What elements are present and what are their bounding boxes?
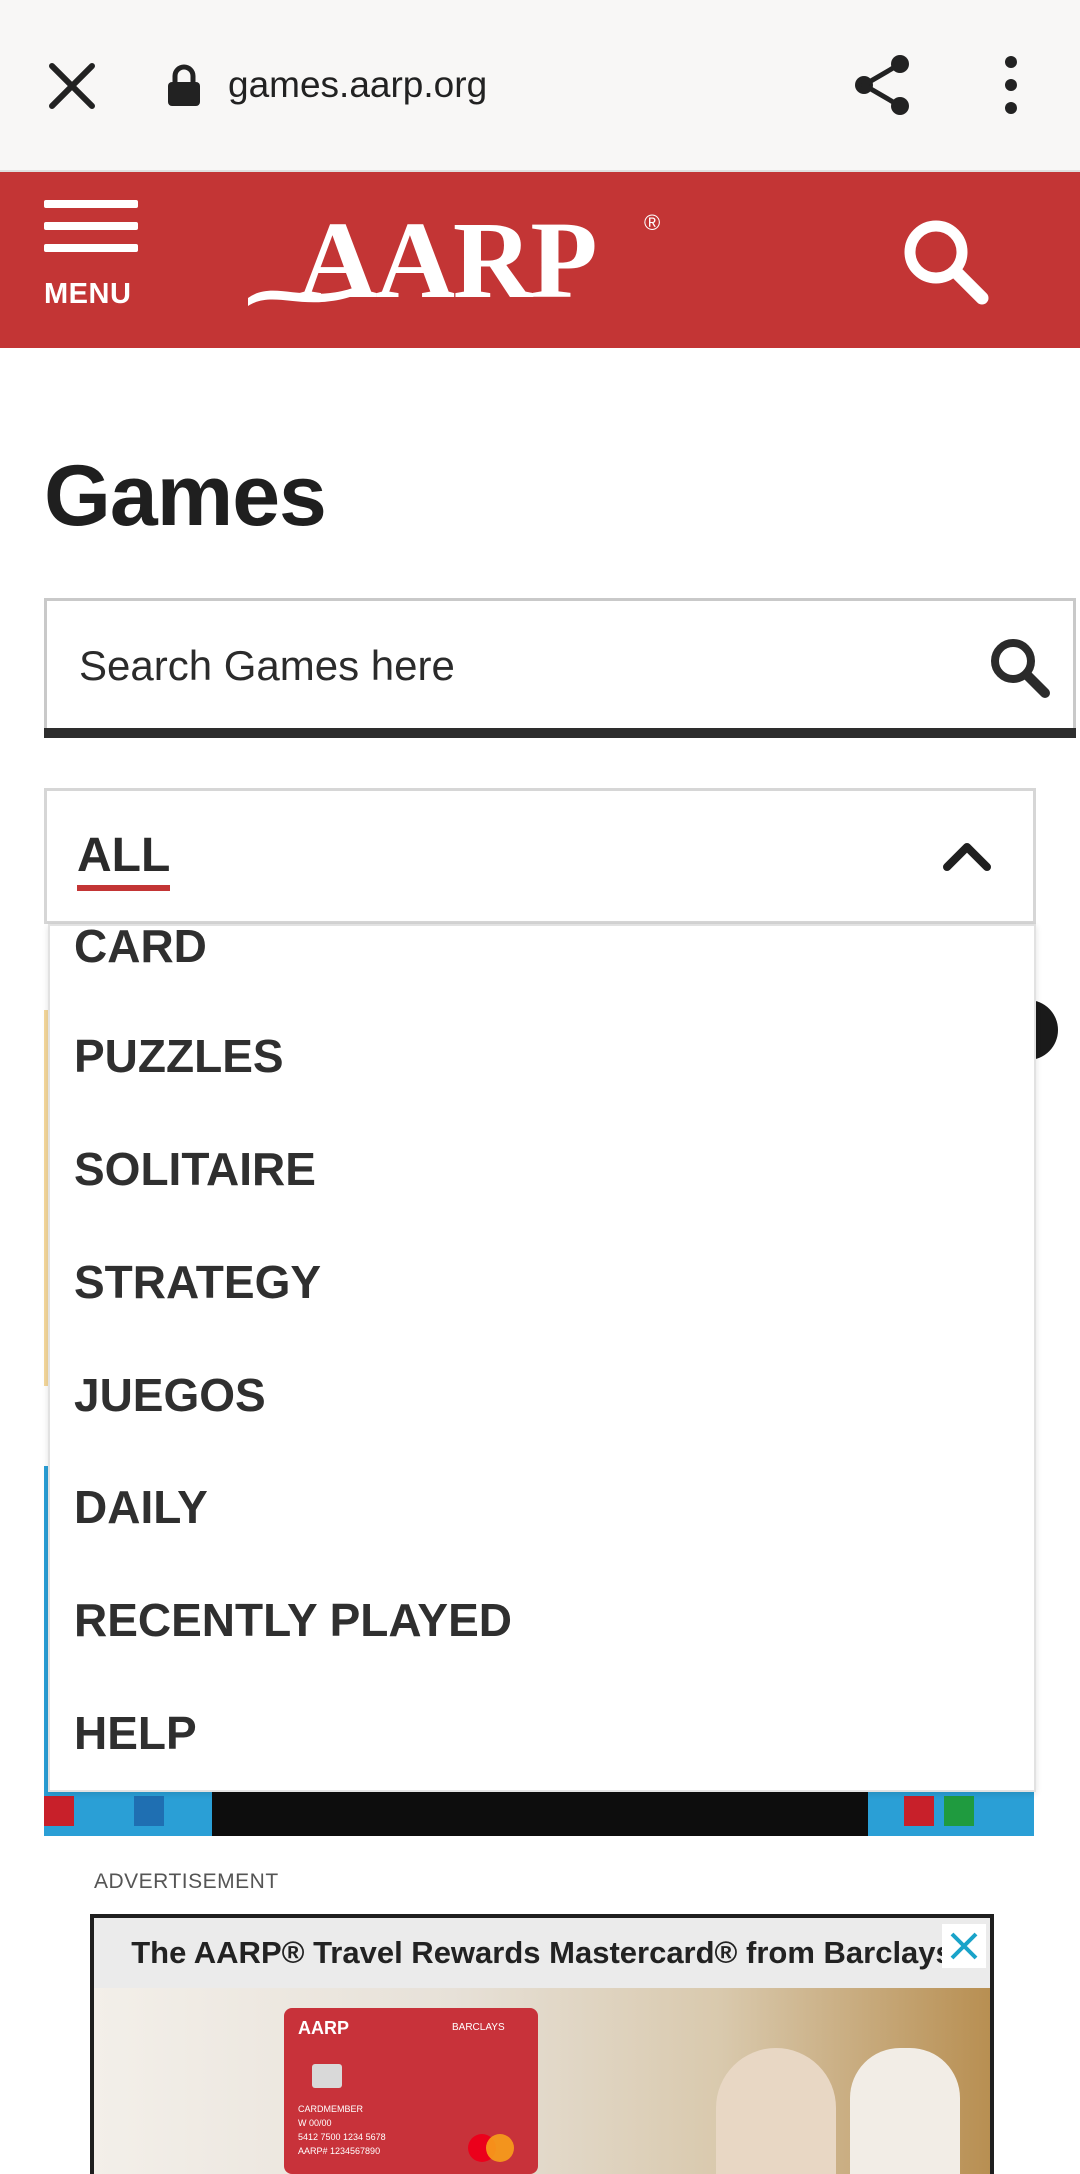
- dropdown-item-solitaire[interactable]: SOLITAIRE: [74, 1139, 316, 1199]
- url-text[interactable]: games.aarp.org: [228, 64, 487, 106]
- menu-button[interactable]: MENU: [44, 200, 144, 320]
- search-box: [44, 598, 1076, 738]
- block-tile: [134, 1796, 164, 1826]
- card-line: AARP# 1234567890: [298, 2146, 381, 2156]
- dropdown-item-puzzles[interactable]: PUZZLES: [74, 1026, 284, 1086]
- search-underline: [44, 728, 1076, 738]
- logo-text: AARP: [298, 199, 598, 321]
- chevron-up-icon[interactable]: [941, 835, 993, 875]
- share-icon[interactable]: [850, 52, 916, 118]
- ad-headline[interactable]: The AARP® Travel Rewards Mastercard® fro…: [94, 1918, 990, 1988]
- menu-bar-icon: [44, 200, 138, 208]
- ad-label: ADVERTISEMENT: [94, 1870, 279, 1893]
- search-icon[interactable]: [987, 635, 1051, 699]
- logo-registered-mark: ®: [644, 210, 661, 235]
- dropdown-item-recently-played[interactable]: RECENTLY PLAYED: [74, 1590, 512, 1650]
- credit-card-image: AARP BARCLAYS CARDMEMBER W 00/00 5412 75…: [284, 2008, 538, 2174]
- selected-category: ALL: [77, 829, 171, 891]
- card-bank: BARCLAYS: [452, 2022, 505, 2033]
- person-image: [850, 2048, 960, 2174]
- category-dropdown: CARD PUZZLES SOLITAIRE STRATEGY JUEGOS D…: [48, 924, 1036, 1792]
- dropdown-item-strategy[interactable]: STRATEGY: [74, 1252, 321, 1312]
- search-icon[interactable]: [896, 212, 992, 308]
- dropdown-item-help[interactable]: HELP: [74, 1703, 197, 1763]
- block-tile: [944, 1796, 974, 1826]
- card-chip-icon: [312, 2064, 342, 2088]
- more-options-icon[interactable]: [996, 54, 1026, 116]
- block-tile: [44, 1796, 74, 1826]
- menu-bar-icon: [44, 222, 138, 230]
- dropdown-item-juegos[interactable]: JUEGOS: [74, 1365, 266, 1425]
- dropdown-item-daily[interactable]: DAILY: [74, 1477, 208, 1537]
- dropdown-item-card[interactable]: CARD: [74, 926, 207, 976]
- card-line: W 00/00: [298, 2118, 332, 2128]
- page-title: Games: [44, 448, 327, 544]
- site-header: MENU AARP ®: [0, 172, 1080, 348]
- advertisement[interactable]: The AARP® Travel Rewards Mastercard® fro…: [90, 1914, 994, 2174]
- block-tile: [904, 1796, 934, 1826]
- lock-icon: [168, 64, 200, 106]
- card-line: CARDMEMBER: [298, 2104, 364, 2114]
- aarp-logo[interactable]: AARP ®: [246, 199, 666, 321]
- mastercard-icon: [486, 2134, 514, 2162]
- menu-bar-icon: [44, 244, 138, 252]
- ad-close-icon[interactable]: [942, 1924, 986, 1968]
- category-select[interactable]: ALL: [44, 788, 1036, 924]
- card-logo: AARP: [298, 2018, 350, 2038]
- search-input[interactable]: [77, 627, 941, 705]
- menu-label: MENU: [44, 278, 132, 310]
- browser-toolbar: games.aarp.org: [0, 0, 1080, 172]
- close-icon[interactable]: [44, 58, 100, 114]
- person-image: [716, 2048, 836, 2174]
- card-line: 5412 7500 1234 5678: [298, 2132, 386, 2142]
